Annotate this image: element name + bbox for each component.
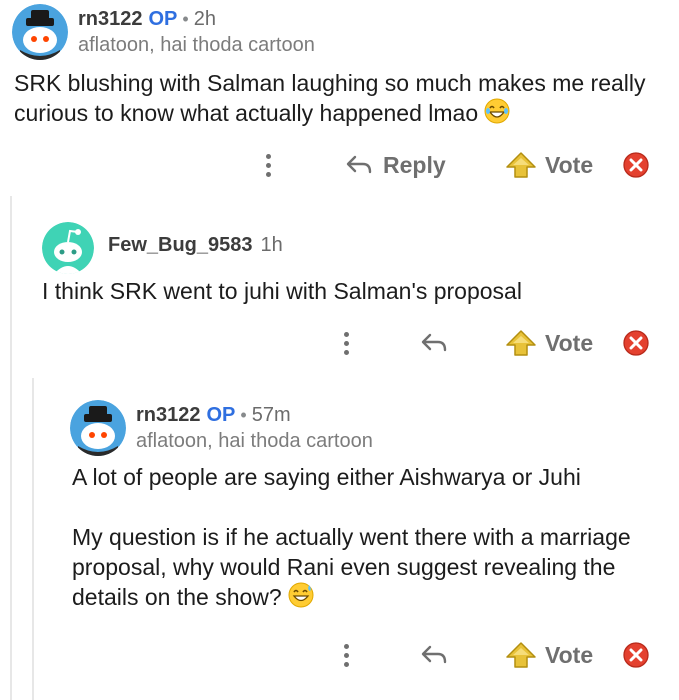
reply-button[interactable]: Reply	[345, 148, 446, 182]
reply-arrow-icon	[421, 645, 447, 664]
comment-timestamp: 2h	[193, 8, 216, 30]
upvote-button[interactable]: Vote	[505, 148, 593, 182]
kebab-icon	[343, 330, 349, 357]
downvote-button[interactable]	[622, 326, 650, 360]
upvote-button[interactable]: Vote	[505, 638, 593, 672]
reply-arrow-icon	[346, 155, 372, 174]
comment-actions: Vote	[0, 326, 679, 360]
downvote-x-icon	[623, 152, 649, 178]
reply-button[interactable]	[420, 638, 448, 672]
comment-body: SRK blushing with Salman laughing so muc…	[14, 68, 674, 131]
comment-paragraph: My question is if he actually went there…	[72, 522, 662, 615]
comment-body: I think SRK went to juhi with Salman's p…	[42, 276, 662, 306]
separator-dot: •	[182, 9, 189, 29]
more-options-button[interactable]	[336, 326, 356, 360]
user-avatar[interactable]	[12, 4, 68, 60]
separator-dot: •	[240, 405, 247, 425]
vote-label: Vote	[545, 641, 594, 668]
user-flair: aflatoon, hai thoda cartoon	[78, 34, 315, 56]
username-link[interactable]: rn3122	[136, 404, 201, 427]
user-avatar[interactable]	[42, 222, 94, 274]
sweat-smile-emoji-icon	[288, 582, 314, 615]
upvote-arrow-icon	[506, 642, 536, 668]
user-flair: aflatoon, hai thoda cartoon	[136, 430, 373, 452]
comment-actions: Vote	[0, 638, 679, 672]
snoo-avatar-icon	[70, 400, 126, 456]
more-options-button[interactable]	[336, 638, 356, 672]
kebab-icon	[343, 642, 349, 669]
upvote-button[interactable]: Vote	[505, 326, 593, 360]
comment-meta: rn3122 OP • 57m	[136, 404, 291, 427]
reply-button[interactable]	[420, 326, 448, 360]
more-options-button[interactable]	[258, 148, 278, 182]
comment: Few_Bug_9583 1h I think SRK went to juhi…	[0, 196, 679, 378]
comment-text: SRK blushing with Salman laughing so muc…	[14, 70, 646, 126]
downvote-button[interactable]	[622, 148, 650, 182]
comment-actions: Reply Vote	[0, 148, 679, 182]
upvote-arrow-icon	[506, 152, 536, 178]
comment-paragraph: A lot of people are saying either Aishwa…	[72, 464, 581, 490]
snoo-avatar-icon	[42, 222, 94, 274]
kebab-icon	[265, 152, 271, 179]
user-avatar[interactable]	[70, 400, 126, 456]
reply-arrow-icon	[421, 333, 447, 352]
username-link[interactable]: Few_Bug_9583	[108, 234, 253, 257]
comment-text: I think SRK went to juhi with Salman's p…	[42, 278, 522, 304]
downvote-x-icon	[623, 330, 649, 356]
username-link[interactable]: rn3122	[78, 8, 143, 31]
laughing-emoji-icon	[484, 98, 510, 131]
upvote-arrow-icon	[506, 330, 536, 356]
vote-label: Vote	[545, 151, 594, 178]
comment-timestamp: 57m	[251, 404, 291, 426]
op-badge: OP	[206, 404, 236, 426]
downvote-button[interactable]	[622, 638, 650, 672]
comment: rn3122 OP • 2h aflatoon, hai thoda carto…	[0, 0, 679, 196]
comment-meta: rn3122 OP • 2h	[78, 8, 216, 31]
comment-timestamp: 1h	[260, 234, 283, 256]
snoo-avatar-icon	[12, 4, 68, 60]
comment: rn3122 OP • 57m aflatoon, hai thoda cart…	[0, 378, 679, 700]
comment-text: My question is if he actually went there…	[72, 524, 631, 610]
vote-label: Vote	[545, 329, 594, 356]
comment-body: A lot of people are saying either Aishwa…	[72, 462, 662, 615]
reply-label: Reply	[383, 151, 446, 178]
comment-meta: Few_Bug_9583 1h	[108, 234, 283, 257]
downvote-x-icon	[623, 642, 649, 668]
op-badge: OP	[148, 8, 178, 30]
